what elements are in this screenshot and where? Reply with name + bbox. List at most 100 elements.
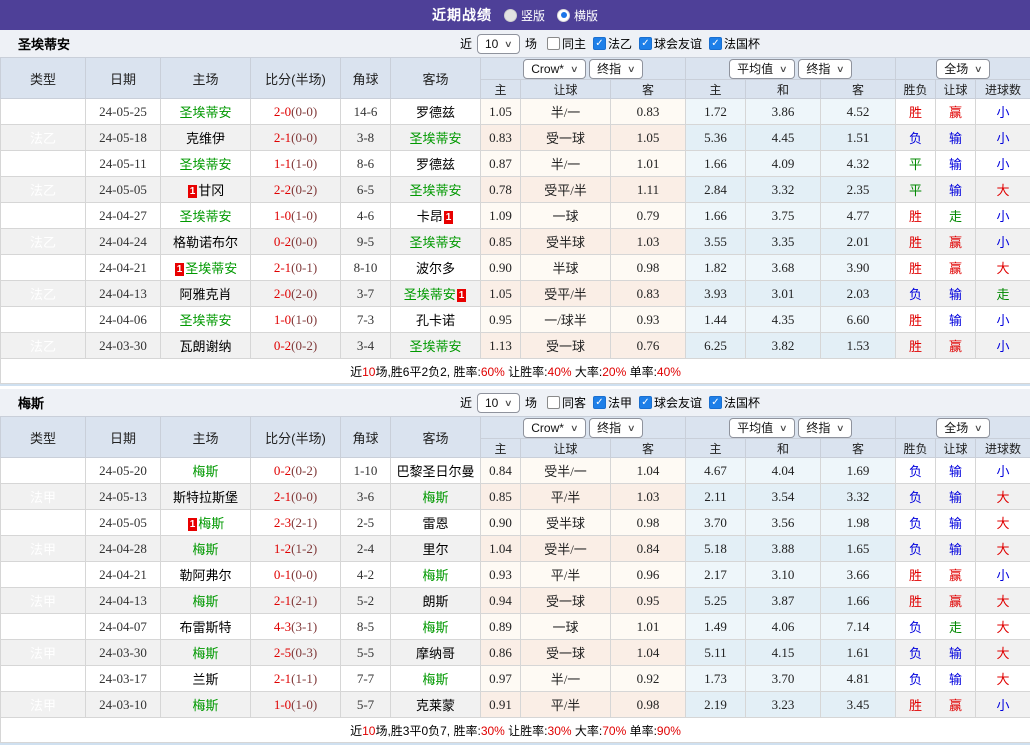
- avg-home-cell: 4.67: [686, 458, 746, 484]
- match-row: 法甲24-04-21勒阿弗尔0-1(0-0)4-2梅斯0.93平/半0.962.…: [1, 562, 1030, 588]
- team-name: 梅斯: [192, 594, 218, 609]
- score-cell: 2-3(2-1): [251, 510, 341, 536]
- checkbox-icon[interactable]: ✓: [593, 396, 606, 409]
- odds-home-cell: 0.89: [481, 614, 521, 640]
- avg-away-cell: 1.51: [821, 125, 896, 151]
- filter-checkbox[interactable]: 同客: [547, 394, 586, 411]
- average-dropdown-group: 平均值∨ 终指∨: [686, 417, 896, 439]
- checkbox-icon[interactable]: [547, 396, 560, 409]
- corner-cell: 4-6: [341, 203, 391, 229]
- col-header-type: 类型: [1, 58, 86, 99]
- home-team-cell: 斯特拉斯堡: [161, 484, 251, 510]
- final-odds-select[interactable]: 终指∨: [798, 59, 852, 79]
- bookmaker-select[interactable]: Crow*∨: [523, 418, 585, 438]
- team-name: 圣埃蒂安: [409, 339, 461, 354]
- match-count-select[interactable]: 10 ∨: [477, 34, 520, 54]
- home-team-cell: 梅斯: [161, 588, 251, 614]
- bookmaker-select[interactable]: Crow*∨: [523, 59, 585, 79]
- layout-radio-vertical[interactable]: 竖版: [504, 7, 545, 24]
- match-count-value: 10: [485, 36, 498, 52]
- avg-home-cell: 2.17: [686, 562, 746, 588]
- fullmatch-select[interactable]: 全场∨: [936, 418, 990, 438]
- home-team-cell: 1梅斯: [161, 510, 251, 536]
- radio-icon[interactable]: [557, 9, 570, 22]
- odds-home-cell: 1.09: [481, 203, 521, 229]
- avg-draw-cell: 3.68: [746, 255, 821, 281]
- avg-away-cell: 3.32: [821, 484, 896, 510]
- result-handicap-cell: 走: [936, 203, 976, 229]
- avg-away-cell: 3.90: [821, 255, 896, 281]
- score-cell: 1-0(1-0): [251, 203, 341, 229]
- team-name: 兰斯: [192, 672, 218, 687]
- checkbox-icon[interactable]: [547, 37, 560, 50]
- radio-icon[interactable]: [504, 9, 517, 22]
- checkbox-label: 球会友谊: [654, 394, 702, 411]
- subcol-outcome: 胜负: [896, 80, 936, 99]
- final-odds-select[interactable]: 终指∨: [589, 418, 643, 438]
- final-odds-select[interactable]: 终指∨: [798, 418, 852, 438]
- average-select[interactable]: 平均值∨: [729, 59, 795, 79]
- result-outcome-cell: 胜: [896, 692, 936, 718]
- fullmatch-select[interactable]: 全场∨: [936, 59, 990, 79]
- match-row: 法乙24-04-24格勒诺布尔0-2(0-0)9-5圣埃蒂安0.85受半球1.0…: [1, 229, 1030, 255]
- col-header-corner: 角球: [341, 417, 391, 458]
- final-odds-select[interactable]: 终指∨: [589, 59, 643, 79]
- checkbox-icon[interactable]: ✓: [639, 396, 652, 409]
- avg-draw-cell: 3.10: [746, 562, 821, 588]
- filter-checkbox[interactable]: ✓球会友谊: [639, 394, 702, 411]
- subcol-avg-draw: 和: [746, 439, 821, 458]
- odds-handicap-cell: 平/半: [521, 484, 611, 510]
- home-team-cell: 圣埃蒂安: [161, 307, 251, 333]
- average-select[interactable]: 平均值∨: [729, 418, 795, 438]
- checkbox-label: 同客: [562, 394, 586, 411]
- odds-away-cell: 1.05: [611, 125, 686, 151]
- summary-text: 近10场,胜3平0负7, 胜率:30% 让胜率:30% 大率:70% 单率:90…: [1, 718, 1030, 743]
- score-cell: 2-0(2-0): [251, 281, 341, 307]
- date-cell: 24-04-13: [86, 281, 161, 307]
- col-header-type: 类型: [1, 417, 86, 458]
- match-count-value: 10: [485, 395, 498, 411]
- layout-radio-horizontal[interactable]: 横版: [557, 7, 598, 24]
- avg-away-cell: 4.81: [821, 666, 896, 692]
- date-cell: 24-05-05: [86, 177, 161, 203]
- checkbox-icon[interactable]: ✓: [709, 396, 722, 409]
- filter-checkbox[interactable]: ✓法国杯: [709, 394, 760, 411]
- filter-checkbox[interactable]: ✓法甲: [593, 394, 632, 411]
- result-handicap-cell: 走: [936, 614, 976, 640]
- result-goals-cell: 小: [976, 562, 1030, 588]
- home-team-cell: 梅斯: [161, 458, 251, 484]
- avg-away-cell: 4.77: [821, 203, 896, 229]
- avg-away-cell: 1.69: [821, 458, 896, 484]
- home-team-cell: 梅斯: [161, 692, 251, 718]
- avg-away-cell: 3.66: [821, 562, 896, 588]
- result-goals-cell: 走: [976, 281, 1030, 307]
- filter-checkbox[interactable]: ✓球会友谊: [639, 35, 702, 52]
- corner-cell: 3-4: [341, 333, 391, 359]
- subcol-odds-home: 主: [481, 439, 521, 458]
- away-team-cell: 梅斯: [391, 666, 481, 692]
- filter-checkbox[interactable]: ✓法国杯: [709, 35, 760, 52]
- away-team-cell: 圣埃蒂安: [391, 333, 481, 359]
- date-cell: 24-04-21: [86, 255, 161, 281]
- checkbox-icon[interactable]: ✓: [593, 37, 606, 50]
- odds-away-cell: 0.84: [611, 536, 686, 562]
- match-row: 法乙24-03-30瓦朗谢纳0-2(0-2)3-4圣埃蒂安1.13受一球0.76…: [1, 333, 1030, 359]
- result-outcome-cell: 胜: [896, 229, 936, 255]
- odds-home-cell: 0.90: [481, 255, 521, 281]
- home-team-cell: 瓦朗谢纳: [161, 333, 251, 359]
- odds-handicap-cell: 受平/半: [521, 281, 611, 307]
- team-name-heading: 圣埃蒂安: [0, 34, 190, 53]
- avg-draw-cell: 3.54: [746, 484, 821, 510]
- match-row: 法乙24-05-051甘冈2-2(0-2)6-5圣埃蒂安0.78受平/半1.11…: [1, 177, 1030, 203]
- avg-home-cell: 2.84: [686, 177, 746, 203]
- checkbox-icon[interactable]: ✓: [709, 37, 722, 50]
- chevron-down-icon: ∨: [504, 36, 513, 52]
- team-name: 梅斯: [192, 542, 218, 557]
- avg-away-cell: 1.65: [821, 536, 896, 562]
- checkbox-icon[interactable]: ✓: [639, 37, 652, 50]
- filter-checkbox[interactable]: ✓法乙: [593, 35, 632, 52]
- match-row: 法甲24-03-17兰斯2-1(1-1)7-7梅斯0.97半/一0.921.73…: [1, 666, 1030, 692]
- match-count-select[interactable]: 10 ∨: [477, 393, 520, 413]
- match-row: 法乙24-05-25圣埃蒂安2-0(0-0)14-6罗德兹1.05半/一0.83…: [1, 99, 1030, 125]
- filter-checkbox[interactable]: 同主: [547, 35, 586, 52]
